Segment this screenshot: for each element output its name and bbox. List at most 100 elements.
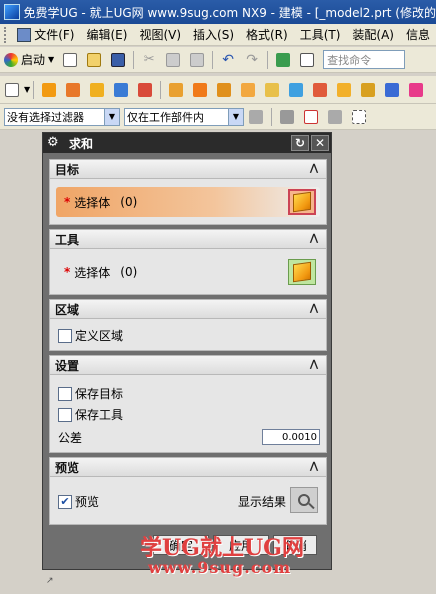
- preview-checkbox[interactable]: ✔: [58, 494, 72, 509]
- tool-group-header[interactable]: 工具 ⋀: [49, 229, 327, 249]
- menu-assemblies[interactable]: 装配(A): [346, 25, 400, 45]
- close-button[interactable]: ✕: [311, 135, 329, 151]
- new-file-button[interactable]: [60, 50, 80, 70]
- tool-select-body-button[interactable]: [288, 259, 316, 285]
- pattern-button[interactable]: [190, 80, 210, 100]
- show-result-button[interactable]: [290, 487, 318, 513]
- open-folder-icon: [87, 52, 102, 67]
- trim-body-button[interactable]: [334, 80, 354, 100]
- target-select-body-button[interactable]: [288, 189, 316, 215]
- tool-group-body: * 选择体 (0): [49, 249, 327, 295]
- keep-target-checkbox[interactable]: [58, 386, 72, 401]
- tool-select-body[interactable]: * 选择体 (0): [56, 257, 320, 287]
- mirror-button[interactable]: [214, 80, 234, 100]
- menu-edit[interactable]: 编辑(E): [80, 25, 133, 45]
- reset-icon: ↻: [294, 136, 306, 150]
- gear-icon[interactable]: ⚙: [47, 136, 61, 150]
- target-select-body[interactable]: * 选择体 (0): [56, 187, 320, 217]
- menu-information[interactable]: 信息: [400, 25, 436, 45]
- shell-button[interactable]: [286, 80, 306, 100]
- new-file-icon: [63, 52, 78, 67]
- sketch-button[interactable]: [2, 80, 22, 100]
- window-title: 免费学UG - 就上UG网 www.9sug.com NX9 - 建模 - [_…: [23, 5, 436, 20]
- hole-button[interactable]: [111, 80, 131, 100]
- assembly-filter-icon: [249, 109, 263, 124]
- copy-button[interactable]: [163, 50, 183, 70]
- paste-button[interactable]: [187, 50, 207, 70]
- chevron-up-icon[interactable]: ⋀: [306, 460, 322, 474]
- extrude-button[interactable]: [39, 80, 59, 100]
- tolerance-input[interactable]: 0.0010: [262, 429, 320, 445]
- redo-button[interactable]: ↷: [242, 50, 262, 70]
- scissors-icon: ✂: [143, 52, 155, 67]
- target-group-header[interactable]: 目标 ⋀: [49, 159, 327, 179]
- snap-point-button[interactable]: [277, 107, 297, 127]
- undo-button[interactable]: ↶: [218, 50, 238, 70]
- selection-filter-dropdown[interactable]: 没有选择过滤器 ▼: [4, 107, 120, 126]
- check-icon: ✔: [60, 495, 70, 508]
- block-button[interactable]: [87, 80, 107, 100]
- command-finder-button[interactable]: [273, 50, 293, 70]
- menu-view[interactable]: 视图(V): [133, 25, 187, 45]
- draft-button[interactable]: [310, 80, 330, 100]
- selection-box-button[interactable]: [349, 107, 369, 127]
- command-finder-icon: [276, 52, 291, 67]
- axis-triad-label: ↗: [46, 576, 54, 586]
- chevron-up-icon[interactable]: ⋀: [306, 162, 322, 176]
- define-region-checkbox-row[interactable]: 定义区域: [58, 327, 123, 344]
- required-marker: *: [64, 265, 71, 279]
- keep-tool-checkbox-row[interactable]: 保存工具: [58, 406, 123, 423]
- menu-file[interactable]: 文件(F): [11, 25, 80, 45]
- chevron-up-icon[interactable]: ⋀: [306, 302, 322, 316]
- region-group-header[interactable]: 区域 ⋀: [49, 299, 327, 319]
- selection-scope-dropdown[interactable]: 仅在工作部件内 ▼: [124, 107, 244, 126]
- chevron-up-icon[interactable]: ⋀: [306, 232, 322, 246]
- file-menu-icon: [17, 27, 32, 42]
- unite-button[interactable]: [166, 80, 186, 100]
- save-button[interactable]: [108, 50, 128, 70]
- menu-tools[interactable]: 工具(T): [294, 25, 347, 45]
- preview-checkbox-row[interactable]: ✔ 预览: [58, 493, 99, 510]
- required-marker: *: [64, 195, 71, 209]
- keep-tool-checkbox[interactable]: [58, 407, 72, 422]
- preview-group-header[interactable]: 预览 ⋀: [49, 457, 327, 477]
- assembly-filter-button[interactable]: [246, 107, 266, 127]
- revolve-button[interactable]: [63, 80, 83, 100]
- chevron-down-icon: ▼: [48, 55, 55, 64]
- thicken-button[interactable]: [382, 80, 402, 100]
- cut-button[interactable]: ✂: [139, 50, 159, 70]
- intersection-button[interactable]: [325, 107, 345, 127]
- magnifier-icon: [298, 494, 310, 506]
- boss-button[interactable]: [135, 80, 155, 100]
- point-on-curve-button[interactable]: [301, 107, 321, 127]
- start-button[interactable]: 启动 ▼: [0, 50, 58, 70]
- toolbar-separator: [271, 107, 272, 126]
- command-search-input[interactable]: 查找命令: [323, 50, 406, 69]
- keep-target-checkbox-row[interactable]: 保存目标: [58, 385, 123, 402]
- menu-format[interactable]: 格式(R): [240, 25, 294, 45]
- define-region-checkbox[interactable]: [58, 328, 72, 343]
- offset-face-button[interactable]: [358, 80, 378, 100]
- settings-group-body: 保存目标 保存工具 公差 0.0010: [49, 375, 327, 453]
- selection-toolbar: 没有选择过滤器 ▼ 仅在工作部件内 ▼: [0, 104, 436, 130]
- shell-icon: [289, 82, 304, 97]
- chevron-down-icon[interactable]: ▼: [24, 85, 30, 94]
- selection-box-icon: [352, 109, 366, 124]
- draft-icon: [313, 82, 328, 97]
- open-file-button[interactable]: [84, 50, 104, 70]
- menu-insert[interactable]: 插入(S): [187, 25, 240, 45]
- toolbar-separator: [33, 80, 35, 99]
- toolbar-grip[interactable]: [4, 26, 7, 43]
- chevron-up-icon[interactable]: ⋀: [306, 358, 322, 372]
- unite-dialog: ⚙ 求和 ↻ ✕ 目标 ⋀ * 选择体 (0) 工具 ⋀ * 选择体 (0) 区…: [42, 132, 332, 570]
- edge-blend-button[interactable]: [238, 80, 258, 100]
- edge-blend-icon: [241, 82, 256, 97]
- settings-group-header[interactable]: 设置 ⋀: [49, 355, 327, 375]
- datum-plane-button[interactable]: [406, 80, 426, 100]
- reset-button[interactable]: ↻: [291, 135, 309, 151]
- window-title-bar: 免费学UG - 就上UG网 www.9sug.com NX9 - 建模 - [_…: [0, 0, 436, 24]
- chamfer-button[interactable]: [262, 80, 282, 100]
- window-button[interactable]: [297, 50, 317, 70]
- extrude-icon: [42, 82, 57, 97]
- dialog-title: 求和: [69, 136, 94, 151]
